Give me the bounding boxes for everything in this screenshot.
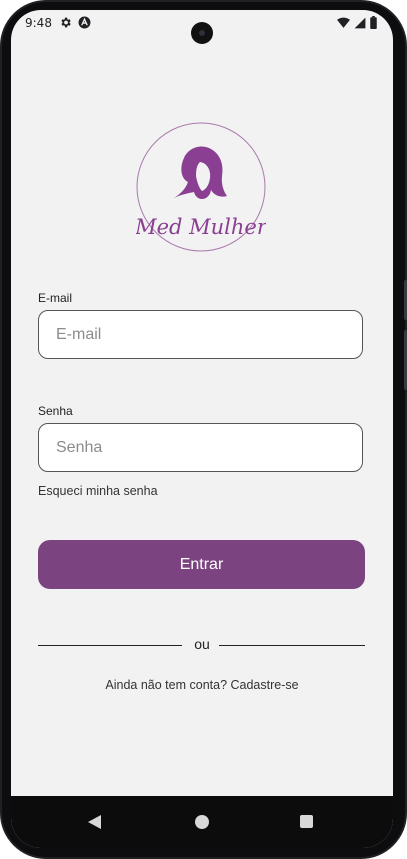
forgot-password-link[interactable]: Esqueci minha senha bbox=[38, 484, 158, 498]
login-button[interactable]: Entrar bbox=[38, 540, 365, 589]
divider-line-left bbox=[38, 645, 182, 646]
woman-silhouette-icon bbox=[174, 146, 227, 199]
email-input[interactable] bbox=[39, 311, 362, 358]
phone-frame: 9:48 Med Mulher E-mail E-mail Senha Esqu… bbox=[0, 0, 407, 859]
status-time: 9:48 bbox=[25, 16, 52, 30]
password-input[interactable] bbox=[39, 424, 362, 471]
back-icon[interactable] bbox=[88, 815, 101, 829]
med-mulher-logo: Med Mulher bbox=[136, 122, 266, 252]
wifi-icon bbox=[337, 17, 350, 28]
cellular-signal-icon bbox=[354, 17, 366, 28]
password-label: Senha bbox=[38, 404, 73, 418]
battery-icon bbox=[370, 16, 377, 29]
recents-icon[interactable] bbox=[300, 815, 313, 828]
home-icon[interactable] bbox=[195, 815, 209, 829]
system-nav-bar bbox=[11, 796, 393, 848]
logo-wordmark: Med Mulher bbox=[136, 215, 266, 239]
status-icons-right bbox=[337, 16, 377, 29]
status-bar: 9:48 bbox=[11, 10, 393, 44]
a-badge-icon bbox=[78, 16, 91, 29]
email-label: E-mail bbox=[38, 291, 73, 305]
front-camera bbox=[191, 22, 213, 44]
password-field-container bbox=[38, 423, 363, 472]
settings-gear-icon bbox=[61, 17, 71, 28]
email-field-container bbox=[38, 310, 363, 359]
app-screen: 9:48 Med Mulher E-mail E-mail Senha Esqu… bbox=[11, 10, 393, 848]
or-divider: ou bbox=[38, 636, 365, 656]
divider-text: ou bbox=[194, 636, 210, 652]
divider-line-right bbox=[219, 645, 365, 646]
signup-link[interactable]: Ainda não tem conta? Cadastre-se bbox=[11, 678, 393, 692]
status-icons-left bbox=[59, 16, 91, 29]
